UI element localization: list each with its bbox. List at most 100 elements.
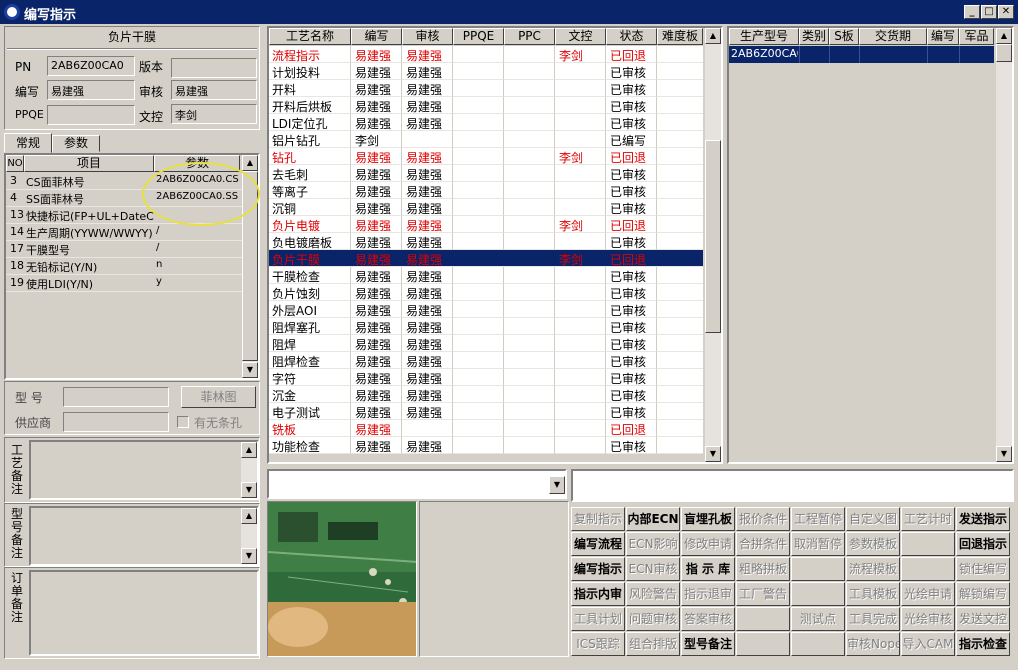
action-button[interactable]: 工程暂停 <box>791 507 845 531</box>
action-button[interactable] <box>791 557 845 581</box>
action-button[interactable]: 指示退审 <box>681 582 735 606</box>
memo-box[interactable] <box>571 469 1014 502</box>
author-field[interactable]: 易建强 <box>47 80 135 100</box>
process-row[interactable]: 负片干膜 易建强 易建强 李剑 已回退 <box>269 250 703 267</box>
product-header-cell[interactable]: 生产型号 <box>729 28 799 45</box>
action-button[interactable]: ECN影响 <box>626 532 680 556</box>
action-button[interactable]: ECN审核 <box>626 557 680 581</box>
process-row[interactable]: 钻孔 易建强 易建强 李剑 已回退 <box>269 148 703 165</box>
process-row[interactable]: 开料后烘板 易建强 易建强 已审核 <box>269 97 703 114</box>
process-row[interactable]: 电子测试 易建强 易建强 已审核 <box>269 403 703 420</box>
doc-field[interactable]: 李剑 <box>171 104 257 124</box>
action-button[interactable] <box>736 632 790 656</box>
process-row[interactable]: 负片蚀刻 易建强 易建强 已审核 <box>269 284 703 301</box>
action-button[interactable]: 内部ECN <box>626 507 680 531</box>
process-header-cell[interactable]: 编写 <box>351 28 402 45</box>
action-button[interactable]: 发送文控 <box>956 607 1010 631</box>
process-header-cell[interactable]: 难度板 <box>657 28 703 45</box>
scroll-down-icon[interactable]: ▼ <box>705 446 721 462</box>
process-row[interactable]: 等离子 易建强 易建强 已审核 <box>269 182 703 199</box>
param-header-item[interactable]: 项目 <box>24 155 154 172</box>
action-button[interactable]: 粗略拼板 <box>736 557 790 581</box>
action-button[interactable]: 测试点 <box>791 607 845 631</box>
action-button[interactable]: 导入CAM <box>901 632 955 656</box>
product-row[interactable]: 2AB6Z00CA0 <box>729 46 994 63</box>
process-scrollbar[interactable]: ▲ ▼ <box>705 28 721 462</box>
action-button[interactable]: 流程模板 <box>846 557 900 581</box>
action-button[interactable]: 编写流程 <box>571 532 625 556</box>
action-button[interactable]: 问题审核 <box>626 607 680 631</box>
process-row[interactable]: 负电镀磨板 易建强 易建强 已审核 <box>269 233 703 250</box>
action-button[interactable]: 发送指示 <box>956 507 1010 531</box>
scroll-thumb[interactable] <box>996 44 1012 62</box>
table-row[interactable]: 19 使用LDI(Y/N) y <box>6 275 242 292</box>
scroll-thumb[interactable] <box>705 140 721 333</box>
action-button[interactable]: 审核Nope <box>846 632 900 656</box>
process-remark-text[interactable]: ▲ ▼ <box>29 440 259 500</box>
process-header-cell[interactable]: 状态 <box>606 28 657 45</box>
process-row[interactable]: LDI定位孔 易建强 易建强 已审核 <box>269 114 703 131</box>
action-button[interactable]: 解锁编写 <box>956 582 1010 606</box>
process-row[interactable]: 开料 易建强 易建强 已审核 <box>269 80 703 97</box>
param-header-no[interactable]: NO <box>6 155 24 172</box>
tab-params[interactable]: 参数 <box>52 135 100 152</box>
tab-general[interactable]: 常规 <box>4 133 52 153</box>
scroll-up-icon[interactable]: ▲ <box>242 155 258 171</box>
process-row[interactable]: 字符 易建强 易建强 已审核 <box>269 369 703 386</box>
chevron-down-icon[interactable]: ▼ <box>549 476 565 494</box>
action-button[interactable] <box>736 607 790 631</box>
action-button[interactable]: 盲埋孔板 <box>681 507 735 531</box>
process-header-cell[interactable]: 文控 <box>555 28 606 45</box>
action-button[interactable]: 指示检查 <box>956 632 1010 656</box>
process-row[interactable]: 流程指示 易建强 易建强 李剑 已回退 <box>269 46 703 63</box>
action-button[interactable]: 修改申请 <box>681 532 735 556</box>
process-header-cell[interactable]: PPC <box>504 28 555 45</box>
model-remark-text[interactable]: ▲ ▼ <box>29 506 259 566</box>
table-row[interactable]: 18 无铅标记(Y/N) n <box>6 258 242 275</box>
action-button[interactable]: 型号备注 <box>681 632 735 656</box>
process-row[interactable]: 去毛刺 易建强 易建强 已审核 <box>269 165 703 182</box>
process-row[interactable]: 干膜检查 易建强 易建强 已审核 <box>269 267 703 284</box>
action-button[interactable]: 取消暂停 <box>791 532 845 556</box>
film-button[interactable]: 菲林图 <box>181 386 256 408</box>
action-button[interactable]: 报价条件 <box>736 507 790 531</box>
action-button[interactable]: 工艺计时 <box>901 507 955 531</box>
process-row[interactable]: 铝片钻孔 李剑 已编写 <box>269 131 703 148</box>
scroll-up-icon[interactable]: ▲ <box>996 28 1012 44</box>
action-button[interactable] <box>901 557 955 581</box>
supplier-field[interactable] <box>63 412 169 432</box>
process-row[interactable]: 阻焊检查 易建强 易建强 已审核 <box>269 352 703 369</box>
action-button[interactable] <box>791 632 845 656</box>
scroll-down-icon[interactable]: ▼ <box>242 362 258 378</box>
process-row[interactable]: 阻焊 易建强 易建强 已审核 <box>269 335 703 352</box>
action-button[interactable]: 光绘申请 <box>901 582 955 606</box>
product-header-cell[interactable]: 交货期 <box>859 28 927 45</box>
process-row[interactable]: 计划投料 易建强 易建强 已审核 <box>269 63 703 80</box>
minimize-button[interactable]: _ <box>964 5 980 19</box>
product-header-cell[interactable]: 类别 <box>799 28 829 45</box>
action-button[interactable]: 指示内审 <box>571 582 625 606</box>
process-row[interactable]: 功能检查 易建强 易建强 已审核 <box>269 437 703 454</box>
action-button[interactable]: ICS跟踪 <box>571 632 625 656</box>
action-button[interactable]: 组合排版 <box>626 632 680 656</box>
product-header-cell[interactable]: S板 <box>829 28 859 45</box>
action-button[interactable]: 工具完成 <box>846 607 900 631</box>
process-header-cell[interactable]: 审核 <box>402 28 453 45</box>
version-field[interactable] <box>171 58 257 78</box>
action-button[interactable]: 锁住编写 <box>956 557 1010 581</box>
process-row[interactable]: 负片电镀 易建强 易建强 李剑 已回退 <box>269 216 703 233</box>
action-button[interactable] <box>901 532 955 556</box>
product-scrollbar[interactable]: ▲ ▼ <box>996 28 1012 462</box>
action-button[interactable]: 回退指示 <box>956 532 1010 556</box>
review-field[interactable]: 易建强 <box>171 80 257 100</box>
action-button[interactable] <box>791 582 845 606</box>
process-row[interactable]: 铣板 易建强 已回退 <box>269 420 703 437</box>
action-button[interactable]: 工具计划 <box>571 607 625 631</box>
maximize-button[interactable]: □ <box>981 5 997 19</box>
action-button[interactable]: 编写指示 <box>571 557 625 581</box>
action-button[interactable]: 参数模板 <box>846 532 900 556</box>
table-row[interactable]: 17 干膜型号 / <box>6 241 242 258</box>
process-row[interactable]: 沉金 易建强 易建强 已审核 <box>269 386 703 403</box>
process-row[interactable]: 阻焊塞孔 易建强 易建强 已审核 <box>269 318 703 335</box>
action-button[interactable]: 合拼条件 <box>736 532 790 556</box>
